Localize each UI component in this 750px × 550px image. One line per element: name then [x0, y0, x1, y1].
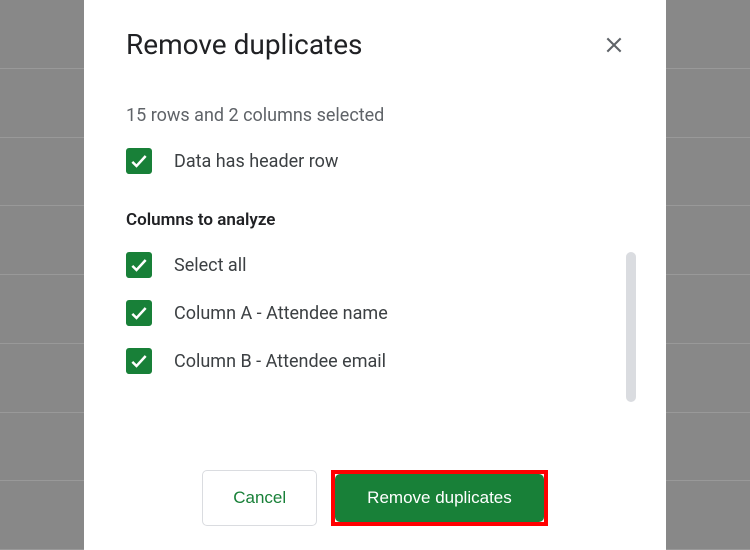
columns-section-title: Columns to analyze	[126, 210, 624, 230]
dialog-buttons: Cancel Remove duplicates	[126, 460, 624, 526]
highlight-annotation: Remove duplicates	[331, 470, 548, 526]
dialog-header: Remove duplicates	[126, 28, 624, 61]
select-all-option: Select all	[126, 252, 624, 278]
column-b-label: Column B - Attendee email	[174, 351, 386, 372]
header-row-checkbox[interactable]	[126, 148, 152, 174]
column-b-option: Column B - Attendee email	[126, 348, 624, 374]
remove-duplicates-dialog: Remove duplicates 15 rows and 2 columns …	[84, 0, 666, 550]
selection-info: 15 rows and 2 columns selected	[126, 105, 624, 126]
columns-list: Select all Column A - Attendee name Colu…	[126, 252, 624, 460]
remove-duplicates-button[interactable]: Remove duplicates	[335, 474, 544, 522]
header-row-label: Data has header row	[174, 151, 338, 172]
column-a-option: Column A - Attendee name	[126, 300, 624, 326]
cancel-button[interactable]: Cancel	[202, 470, 317, 526]
select-all-checkbox[interactable]	[126, 252, 152, 278]
column-a-checkbox[interactable]	[126, 300, 152, 326]
dialog-title: Remove duplicates	[126, 28, 363, 61]
columns-scrollbar[interactable]	[626, 252, 636, 402]
header-row-option: Data has header row	[126, 148, 624, 174]
select-all-label: Select all	[174, 255, 246, 276]
close-icon[interactable]	[604, 35, 624, 55]
column-b-checkbox[interactable]	[126, 348, 152, 374]
column-a-label: Column A - Attendee name	[174, 303, 388, 324]
